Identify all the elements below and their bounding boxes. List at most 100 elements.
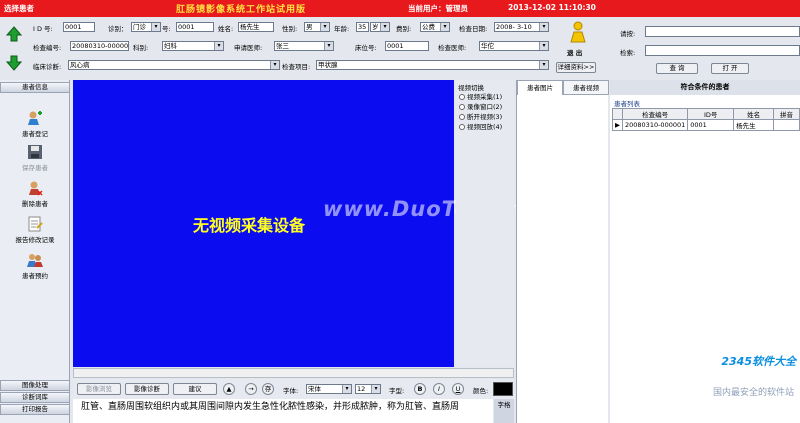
row-indicator-header xyxy=(612,108,623,120)
dept-select[interactable]: 妇科 xyxy=(162,41,224,51)
col-pinyin[interactable]: 拼音 xyxy=(773,108,800,120)
cell-name: 杨先生 xyxy=(733,119,775,131)
select-patient-label: 选择患者 xyxy=(4,4,34,13)
col-name[interactable]: 姓名 xyxy=(733,108,775,120)
underline-button[interactable]: U xyxy=(452,383,464,395)
save-patient-item[interactable]: 保存患者 xyxy=(0,144,70,172)
horizontal-scrollbar[interactable] xyxy=(73,368,514,378)
id-input[interactable]: 0001 xyxy=(63,22,95,32)
age-label: 年龄: xyxy=(334,25,350,33)
font-size-select[interactable]: 12 xyxy=(355,384,381,394)
video-capture-label: 视频采集(1) xyxy=(467,93,503,101)
video-area[interactable]: 无视频采集设备 xyxy=(73,80,454,367)
triangle-up-icon[interactable]: ▲ xyxy=(223,383,235,395)
color-label: 颜色: xyxy=(473,387,489,395)
report-edit-log-item[interactable]: 报告修改记录 xyxy=(0,216,70,244)
table-row[interactable]: ▶ 20080310-000001 0001 杨先生 xyxy=(612,119,800,131)
exam-date-picker[interactable]: 2008- 3-10 xyxy=(494,22,549,32)
bold-button[interactable]: B xyxy=(414,383,426,395)
patient-list-subtitle: 患者列表 xyxy=(614,100,640,108)
suggest-button[interactable]: 建议 xyxy=(173,383,217,395)
search-input[interactable] xyxy=(645,45,800,56)
exit-person-icon[interactable] xyxy=(567,21,589,43)
id-label: I D 号: xyxy=(33,25,53,33)
report-text-area[interactable]: 肛管、直肠周围软组织内或其周围间隙内发生急性化脓性感染，并形成脓肿，称为肛管、直… xyxy=(73,399,493,423)
exam-doctor-label: 检查医师: xyxy=(438,44,467,52)
table-header-row: 检查编号 ID号 姓名 拼音 xyxy=(612,108,800,120)
sex-select[interactable]: 男 xyxy=(304,22,330,32)
video-capture-radio[interactable]: 视频采集(1) xyxy=(459,91,502,101)
sex-label: 性别: xyxy=(282,25,298,33)
exam-no-input[interactable]: 20080310-000001 xyxy=(70,41,129,51)
video-playback-radio[interactable]: 视频回放(4) xyxy=(459,121,502,131)
register-patient-label: 患者登记 xyxy=(22,130,48,138)
arrow-right-icon[interactable]: → xyxy=(245,383,257,395)
fee-label: 费别: xyxy=(396,25,412,33)
input-field[interactable] xyxy=(645,26,800,37)
datetime: 2013-12-02 11:10:30 xyxy=(508,3,596,12)
font-select[interactable]: 宋体 xyxy=(306,384,352,394)
age-unit-select[interactable]: 岁 xyxy=(370,22,390,32)
record-window-label: 录像窗口(2) xyxy=(467,103,503,111)
patient-info-header[interactable]: 患者信息 xyxy=(0,82,70,93)
record-window-radio[interactable]: 录像窗口(2) xyxy=(459,101,502,111)
matching-patients-title: 符合条件的患者 xyxy=(610,80,800,95)
no-input[interactable]: 0001 xyxy=(176,22,214,32)
image-diagnosis-button[interactable]: 影像诊断 xyxy=(125,383,169,395)
cell-pinyin xyxy=(773,119,800,131)
tab-patient-images[interactable]: 患者图片 xyxy=(517,80,563,95)
diagnosis-lexicon-tab[interactable]: 诊断词库 xyxy=(0,392,70,403)
exam-item-label: 检查项目: xyxy=(282,63,311,71)
appointment-label: 患者预约 xyxy=(22,272,48,280)
name-label: 姓名: xyxy=(218,25,234,33)
arrow-down-icon[interactable] xyxy=(6,55,22,71)
clinic-label: 诊别： xyxy=(108,25,128,33)
req-doctor-label: 申请医师: xyxy=(234,44,263,52)
exam-item-select[interactable]: 甲状腺 xyxy=(316,60,549,70)
arrow-up-icon[interactable] xyxy=(6,26,22,42)
appointment-people-icon xyxy=(27,254,43,267)
disconnect-video-radio[interactable]: 断开视频(3) xyxy=(459,111,502,121)
save-patient-label: 保存患者 xyxy=(22,164,48,172)
delete-patient-item[interactable]: 删除患者 xyxy=(0,180,70,208)
bed-input[interactable]: 0001 xyxy=(385,41,429,51)
exam-no-label: 检查编号: xyxy=(33,44,62,52)
col-exam-no[interactable]: 检查编号 xyxy=(621,108,689,120)
print-report-tab[interactable]: 打印报告 xyxy=(0,404,70,415)
appointment-item[interactable]: 患者预约 xyxy=(0,252,70,280)
no-label: 号: xyxy=(162,25,171,33)
register-patient-item[interactable]: 患者登记 xyxy=(0,110,70,138)
detail-button[interactable]: 详细资料>> xyxy=(556,62,596,73)
side-text-button[interactable]: 字格 xyxy=(494,399,514,423)
report-edit-log-label: 报告修改记录 xyxy=(15,236,55,244)
age-input[interactable]: 35 xyxy=(356,22,369,32)
title-bar: 选择患者 肛肠镜影像系统工作站试用版 当前用户：管理员 2013-12-02 1… xyxy=(0,0,800,17)
exam-date-label: 检查日期: xyxy=(459,25,488,33)
video-switch-panel: 视频切换 视频采集(1) 录像窗口(2) 断开视频(3) 视频回放(4) xyxy=(456,80,514,367)
exam-doctor-select[interactable]: 华佗 xyxy=(479,41,549,51)
italic-button[interactable]: I xyxy=(433,383,445,395)
color-swatch[interactable] xyxy=(493,382,513,396)
cell-id: 0001 xyxy=(687,119,735,131)
app-title: 肛肠镜影像系统工作站试用版 xyxy=(176,5,307,15)
image-process-tab[interactable]: 图像处理 xyxy=(0,380,70,391)
patient-form: I D 号: 0001 诊别： 门诊 号: 0001 姓名: 杨先生 性别: 男… xyxy=(0,17,605,74)
save-text-icon[interactable]: 存 xyxy=(262,383,274,395)
req-doctor-select[interactable]: 张三 xyxy=(274,41,334,51)
col-id[interactable]: ID号 xyxy=(687,108,735,120)
exit-label[interactable]: 退 出 xyxy=(567,47,582,57)
dept-label: 科别: xyxy=(133,44,149,52)
fee-select[interactable]: 公费 xyxy=(420,22,450,32)
clinic-select[interactable]: 门诊 xyxy=(131,22,161,32)
image-browse-button[interactable]: 影像浏览 xyxy=(77,383,121,395)
tab-patient-videos[interactable]: 患者视频 xyxy=(563,80,609,95)
left-panel: 患者信息 患者登记 保存患者 删除患者 报告修改记录 患者预约 图像处理 诊断词… xyxy=(0,80,70,423)
name-input[interactable]: 杨先生 xyxy=(238,22,274,32)
logo-2345: 2345软件大全 国内最安全的软件站 xyxy=(640,345,800,405)
open-button[interactable]: 打 开 xyxy=(711,63,749,74)
image-tabs-panel: 患者图片 患者视频 xyxy=(516,80,609,423)
query-button[interactable]: 查 询 xyxy=(656,63,698,74)
cell-exam-no: 20080310-000001 xyxy=(621,119,689,131)
register-patient-icon xyxy=(28,111,42,125)
diagnosis-select[interactable]: 风心病 xyxy=(68,60,280,70)
